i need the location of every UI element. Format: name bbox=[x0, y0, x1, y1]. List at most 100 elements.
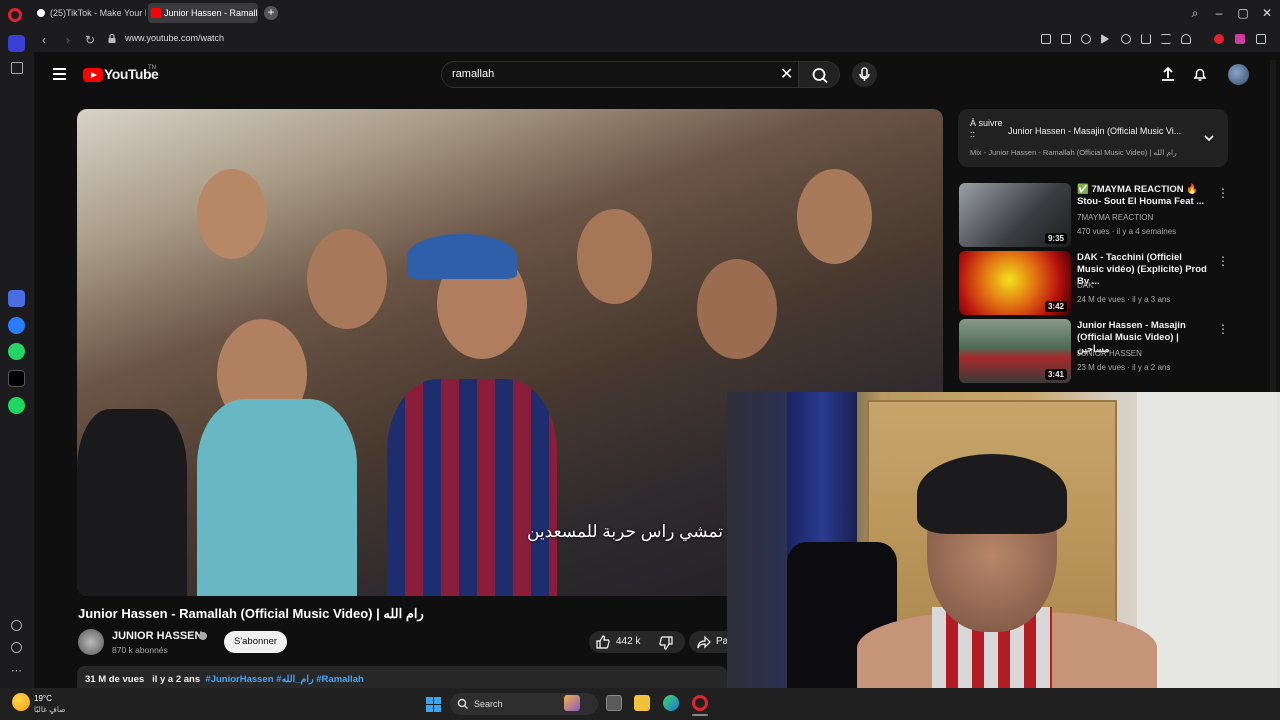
search-input[interactable] bbox=[441, 61, 799, 88]
edit-icon[interactable] bbox=[1041, 34, 1051, 44]
hashtags[interactable]: #JuniorHassen #رام_الله #Ramallah bbox=[205, 674, 363, 685]
chevron-down-icon[interactable] bbox=[1203, 132, 1215, 144]
cap bbox=[407, 234, 517, 279]
tab-tiktok[interactable]: (25)TikTok - Make Your Da bbox=[34, 3, 146, 23]
youtube-favicon-icon bbox=[151, 8, 161, 18]
clear-search-icon[interactable]: ✕ bbox=[780, 64, 793, 84]
close-window-button[interactable]: ✕ bbox=[1257, 4, 1277, 22]
weather-sun-icon[interactable] bbox=[12, 693, 30, 711]
crowd-face bbox=[697, 259, 777, 359]
person-cap bbox=[917, 454, 1067, 534]
star-icon[interactable] bbox=[11, 62, 23, 74]
recommendation-title[interactable]: ✅ 7MAYMA REACTION 🔥 Stou- Sout El Houma … bbox=[1077, 184, 1209, 208]
upload-age: il y a 2 ans bbox=[152, 674, 201, 685]
menu-lines-icon[interactable] bbox=[1161, 34, 1171, 44]
more-actions-icon[interactable]: ⋮ bbox=[1217, 186, 1229, 200]
thumbs-down-icon[interactable] bbox=[659, 636, 673, 650]
subscribe-button[interactable]: S'abonner bbox=[224, 631, 287, 653]
recommendation-thumbnail[interactable]: 3:42 bbox=[959, 251, 1071, 315]
maximize-button[interactable]: ▢ bbox=[1233, 4, 1253, 22]
url-field[interactable]: www.youtube.com/watch bbox=[125, 33, 224, 43]
up-next-mix[interactable]: Mix - Junior Hassen - Ramallah (Official… bbox=[970, 148, 1177, 157]
spotify-icon[interactable] bbox=[8, 397, 25, 414]
recommendation-channel[interactable]: DAK bbox=[1077, 281, 1093, 290]
search-tabs-icon[interactable]: ⌕ bbox=[1185, 4, 1205, 22]
whatsapp-icon[interactable] bbox=[8, 343, 25, 360]
recommendation-title[interactable]: DAK - Tacchini (Officiel Music vidéo) (E… bbox=[1077, 252, 1209, 288]
edge-icon[interactable] bbox=[663, 695, 679, 711]
voice-search-button[interactable] bbox=[852, 62, 877, 87]
download-icon[interactable] bbox=[1141, 34, 1151, 44]
heart-outline-icon[interactable] bbox=[11, 620, 22, 631]
up-next-title[interactable]: Junior Hassen - Masajin (Official Music … bbox=[1008, 126, 1188, 136]
x-twitter-icon[interactable] bbox=[8, 370, 25, 387]
active-app-indicator bbox=[692, 714, 708, 716]
weather-temperature[interactable]: 19°C bbox=[34, 694, 52, 703]
more-actions-icon[interactable]: ⋮ bbox=[1217, 322, 1229, 336]
tiktok-favicon-icon bbox=[37, 9, 45, 17]
duration-badge: 9:35 bbox=[1044, 233, 1067, 244]
minimize-button[interactable]: – bbox=[1209, 4, 1229, 22]
heart-icon[interactable] bbox=[1121, 34, 1131, 44]
up-next-label: À suivre :: bbox=[970, 118, 1003, 139]
file-explorer-icon[interactable] bbox=[634, 695, 650, 711]
account-avatar[interactable] bbox=[1228, 64, 1249, 85]
recommendation-channel[interactable]: 7MAYMA REACTION bbox=[1077, 213, 1153, 222]
duration-badge: 3:41 bbox=[1044, 369, 1067, 380]
channel-name[interactable]: JUNIOR HASSEN bbox=[112, 630, 202, 642]
shield-icon[interactable] bbox=[1081, 34, 1091, 44]
webcam-overlay bbox=[727, 392, 1280, 690]
recommendation-meta: 470 vues · il y a 4 semaines bbox=[1077, 227, 1177, 236]
weather-description[interactable]: صافٍ غالبًا bbox=[34, 705, 66, 714]
recommendation-channel[interactable]: JUNIOR HASSEN bbox=[1077, 349, 1142, 358]
subscriber-count: 870 k abonnés bbox=[112, 645, 168, 655]
windows-start-icon[interactable] bbox=[426, 697, 441, 712]
verified-icon bbox=[199, 632, 207, 640]
back-button[interactable]: ‹ bbox=[36, 32, 52, 48]
country-code: TN bbox=[148, 65, 156, 71]
camera-icon[interactable] bbox=[1061, 34, 1071, 44]
recommendation-meta: 23 M de vues · il y a 2 ans bbox=[1077, 363, 1171, 372]
play-icon[interactable] bbox=[1101, 34, 1109, 44]
search-button[interactable] bbox=[798, 61, 840, 88]
youtube-logo-icon[interactable] bbox=[83, 68, 103, 82]
aria-icon[interactable] bbox=[8, 290, 25, 307]
thumbs-up-icon[interactable] bbox=[596, 635, 610, 649]
description-summary[interactable]: 31 M de vues il y a 2 ans #JuniorHassen … bbox=[85, 674, 364, 685]
opera-taskbar-icon[interactable] bbox=[692, 695, 708, 711]
notifications-bell-icon[interactable] bbox=[1192, 66, 1208, 82]
door bbox=[1137, 392, 1277, 690]
tab-label: Junior Hassen - Ramallah bbox=[164, 8, 258, 18]
opera-logo-icon[interactable] bbox=[8, 8, 22, 22]
reload-icon[interactable]: ↻ bbox=[82, 32, 98, 48]
hamburger-menu-icon[interactable] bbox=[53, 68, 66, 80]
forward-button[interactable]: › bbox=[60, 32, 76, 48]
microphone-icon bbox=[859, 67, 870, 81]
more-actions-icon[interactable]: ⋮ bbox=[1217, 254, 1229, 268]
extension-red-icon[interactable] bbox=[1214, 34, 1224, 44]
history-icon[interactable] bbox=[11, 642, 22, 653]
extension-pink-icon[interactable] bbox=[1235, 34, 1245, 44]
tab-youtube[interactable]: Junior Hassen - Ramallah bbox=[148, 3, 258, 23]
extensions-cube-icon[interactable] bbox=[1256, 34, 1266, 44]
messenger-icon[interactable] bbox=[8, 317, 25, 334]
home-icon[interactable] bbox=[8, 35, 25, 52]
crowd-face bbox=[197, 169, 267, 259]
recommendation-thumbnail[interactable]: 9:35 bbox=[959, 183, 1071, 247]
task-view-icon[interactable] bbox=[606, 695, 622, 711]
more-icon[interactable]: ⋯ bbox=[11, 664, 22, 677]
tab-label: (25)TikTok - Make Your Da bbox=[50, 8, 146, 18]
profile-icon[interactable] bbox=[1181, 34, 1191, 44]
recommendation-thumbnail[interactable]: 3:41 bbox=[959, 319, 1071, 383]
new-tab-button[interactable]: + bbox=[264, 6, 278, 20]
dark-shirt bbox=[77, 409, 187, 596]
channel-avatar[interactable] bbox=[78, 629, 104, 655]
barca-jersey bbox=[387, 379, 557, 596]
share-icon bbox=[697, 635, 711, 649]
recommendation-meta: 24 M de vues · il y a 3 ans bbox=[1077, 295, 1171, 304]
crowd-face bbox=[307, 229, 387, 329]
upload-icon[interactable] bbox=[1160, 66, 1176, 82]
duration-badge: 3:42 bbox=[1044, 301, 1067, 312]
view-count: 31 M de vues bbox=[85, 674, 145, 685]
search-query[interactable]: ramallah bbox=[452, 68, 494, 80]
